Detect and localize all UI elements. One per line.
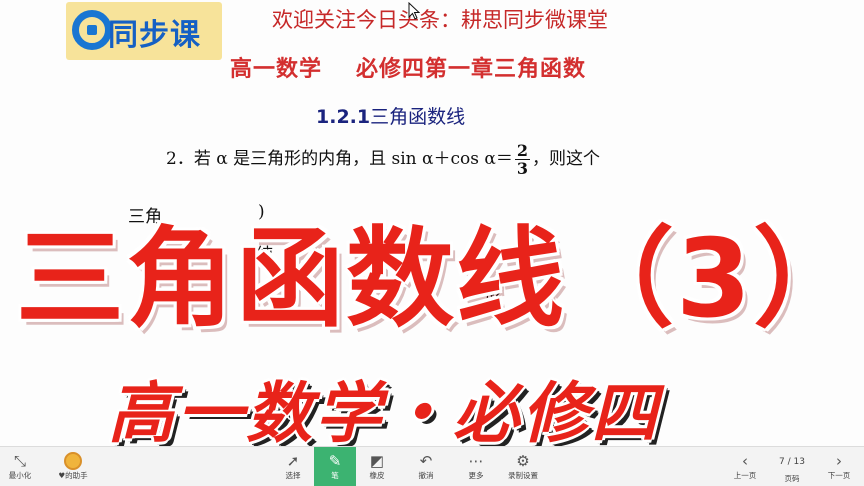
record-label: 录制设置: [508, 471, 538, 480]
prev-label: 上一页: [733, 471, 757, 480]
undo-button[interactable]: ↶ 撤消: [405, 447, 447, 486]
chevron-right-icon: ›: [836, 452, 842, 470]
pointer-icon: ➚: [286, 452, 300, 470]
question-suffix: ，则这个: [532, 149, 601, 169]
assistant-button[interactable]: ♥的助手: [50, 447, 96, 486]
slide-canvas: 同步课堂 微 欢迎关注今日头条：耕思同步微课堂 高一数学 必修四第一章三角函数 1…: [0, 0, 864, 446]
question-fraction: 23: [514, 141, 531, 178]
logo-ring-icon: [72, 10, 112, 50]
slide-header: 欢迎关注今日头条：耕思同步微课堂: [272, 8, 608, 32]
next-page-button[interactable]: › 下一页: [818, 447, 860, 486]
select-tool-button[interactable]: ➚ 选择: [272, 447, 314, 486]
question-prefix: 2．若 α 是三角形的内角，且 sin α＋cos α＝: [166, 149, 513, 169]
lesson-name: 三角函数线: [370, 106, 466, 128]
fraction-numerator: 2: [514, 141, 531, 160]
eraser-label: 橡皮: [369, 471, 385, 480]
fraction-denominator: 3: [516, 159, 529, 178]
page-number: 7 / 13: [779, 457, 805, 467]
mouse-cursor-icon: [408, 2, 420, 20]
lesson-number: 1.2.1: [316, 106, 371, 128]
record-settings-button[interactable]: ⚙ 录制设置: [502, 447, 544, 486]
record-icon: ⚙: [516, 452, 530, 470]
more-button[interactable]: ⋯ 更多: [455, 447, 497, 486]
undo-label: 撤消: [418, 471, 434, 480]
more-label: 更多: [468, 471, 484, 480]
overlay-subtitle: 高一数学・必修四: [108, 375, 660, 446]
pen-icon: ✎: [328, 452, 342, 470]
chevron-left-icon: ‹: [742, 452, 748, 470]
prev-page-button[interactable]: ‹ 上一页: [724, 447, 766, 486]
overlay-title: 三角函数线（3）: [16, 217, 864, 342]
undo-icon: ↶: [419, 452, 433, 470]
minimize-icon: ⤡: [13, 452, 26, 470]
lesson-title: 1.2.1三角函数线: [316, 102, 465, 129]
more-icon: ⋯: [468, 452, 484, 470]
minimize-label: 最小化: [8, 471, 32, 480]
pen-label: 笔: [331, 471, 339, 480]
eraser-icon: ◩: [369, 452, 385, 470]
next-label: 下一页: [827, 471, 851, 480]
minimize-button[interactable]: ⤡ 最小化: [0, 447, 40, 486]
presentation-toolbar: ⤡ 最小化 ♥的助手 ➚ 选择 ✎ 笔 ◩ 橡皮 ↶ 撤消 ⋯ 更多 ⚙ 录制设…: [0, 446, 864, 486]
select-label: 选择: [285, 471, 301, 480]
course-chapter: 必修四第一章三角函数: [356, 56, 587, 82]
course-line: 高一数学 必修四第一章三角函数: [230, 51, 586, 83]
course-subject: 高一数学: [230, 56, 323, 82]
logo-text: 同步课堂: [108, 18, 201, 53]
assistant-avatar-icon: [50, 447, 96, 471]
pen-tool-button[interactable]: ✎ 笔: [314, 447, 356, 486]
question-text: 2．若 α 是三角形的内角，且 sin α＋cos α＝ 2 3 ，则这个: [166, 142, 600, 177]
page-label: 页码: [784, 474, 800, 483]
page-indicator[interactable]: 7 / 13 页码: [770, 450, 814, 486]
logo: 同步课堂 微: [66, 2, 222, 60]
assistant-label: ♥的助手: [58, 471, 88, 480]
eraser-tool-button[interactable]: ◩ 橡皮: [356, 447, 398, 486]
